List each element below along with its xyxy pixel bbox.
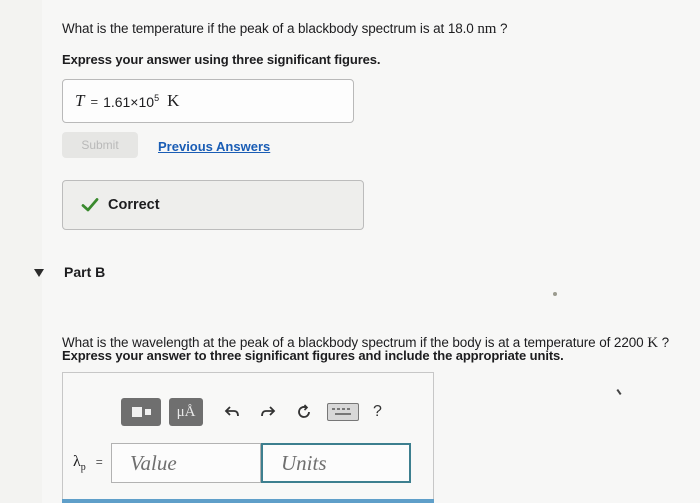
part-a-question-mark: ?: [500, 21, 508, 36]
redo-button[interactable]: [255, 398, 281, 426]
lambda-symbol: λ: [73, 453, 81, 470]
template-square-icon: [131, 407, 142, 417]
reset-icon: [298, 404, 310, 418]
previous-answers-link[interactable]: Previous Answers: [158, 139, 270, 154]
units-button[interactable]: μÅ: [169, 398, 203, 426]
answer-equals: =: [90, 93, 99, 109]
answer-value: 1.61×105: [103, 93, 159, 110]
units-input[interactable]: Units: [261, 443, 411, 483]
part-b-instruction: Express your answer to three significant…: [62, 348, 564, 363]
value-input[interactable]: Value: [111, 443, 261, 483]
editor-bottom-bar: [62, 499, 434, 503]
answer-exponent: 5: [154, 92, 160, 103]
part-a-question-text: What is the temperature if the peak of a…: [62, 21, 474, 36]
undo-icon: [224, 406, 239, 417]
answer-unit: K: [167, 91, 180, 110]
part-b-label[interactable]: Part B: [64, 264, 105, 280]
template-small-square-icon: [144, 409, 151, 415]
speck: [553, 292, 557, 296]
help-button[interactable]: ?: [373, 403, 382, 421]
reset-button[interactable]: [291, 398, 317, 426]
part-a-answer-box[interactable]: T = 1.61×105 K: [62, 79, 354, 123]
editor-toolbar: μÅ ?: [121, 397, 382, 427]
answer-mantissa: 1.61×10: [103, 93, 155, 110]
submit-button[interactable]: Submit: [62, 132, 138, 158]
keyboard-button[interactable]: [327, 403, 359, 421]
answer-variable: T: [75, 91, 85, 110]
part-a-question-unit: nm: [477, 21, 497, 37]
part-b-question-mark: ?: [661, 335, 670, 350]
undo-button[interactable]: [219, 398, 245, 426]
part-b-question-unit: K: [647, 335, 658, 351]
checkmark-icon: [81, 198, 99, 212]
page: What is the temperature if the peak of a…: [0, 0, 700, 503]
correct-feedback: Correct: [62, 180, 364, 230]
keyboard-icon: [332, 408, 351, 415]
lambda-p-label: λp =: [73, 453, 103, 473]
lambda-equals: =: [95, 455, 103, 469]
collapse-triangle-icon[interactable]: [34, 268, 44, 278]
lambda-subscript: p: [80, 462, 86, 474]
part-b-answer-editor: μÅ ? λp = Value Units: [62, 372, 434, 503]
part-a-instruction: Express your answer using three signific…: [62, 52, 381, 67]
templates-button[interactable]: [121, 398, 161, 426]
redo-icon: [261, 406, 276, 417]
correct-text: Correct: [108, 197, 160, 213]
part-a-question: What is the temperature if the peak of a…: [62, 21, 508, 38]
